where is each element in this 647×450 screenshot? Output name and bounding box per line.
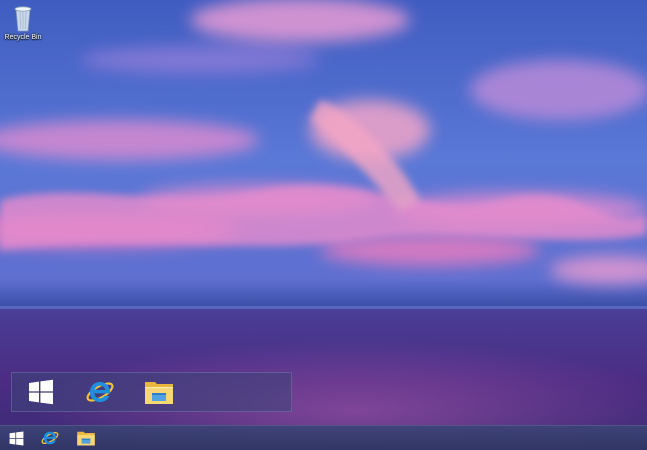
pinned-item-file-explorer[interactable] (130, 373, 187, 411)
taskbar-internet-explorer[interactable] (32, 426, 68, 450)
desktop-icon-recycle-bin[interactable]: Recycle Bin (2, 3, 44, 47)
pinned-item-internet-explorer[interactable] (71, 373, 128, 411)
windows-start-icon (9, 430, 23, 446)
taskbar-start-button[interactable] (0, 426, 32, 450)
taskbar-file-explorer[interactable] (68, 426, 104, 450)
desktop-icon-label: Recycle Bin (4, 34, 42, 41)
desktop: Recycle Bin (0, 0, 647, 450)
pinned-apps-panel (11, 372, 292, 412)
windows-start-icon (28, 379, 53, 405)
internet-explorer-icon (85, 382, 114, 402)
pinned-item-start[interactable] (12, 373, 69, 411)
recycle-bin-icon (14, 6, 32, 32)
internet-explorer-icon (41, 431, 59, 445)
file-explorer-icon (144, 382, 173, 404)
taskbar (0, 425, 647, 450)
file-explorer-icon (77, 431, 95, 446)
